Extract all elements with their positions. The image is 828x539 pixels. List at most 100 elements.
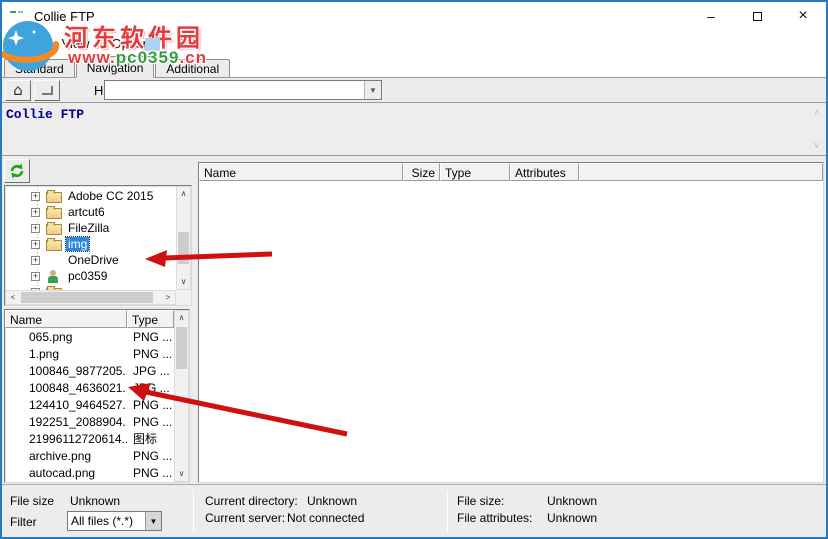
minimize-button[interactable]: – <box>688 2 734 30</box>
scroll-left-icon[interactable]: < <box>6 293 20 302</box>
tab-bar: Standard Navigation Additional <box>2 56 826 78</box>
column-header-type[interactable]: Type <box>127 310 174 328</box>
scroll-down-icon[interactable]: ∨ <box>177 275 190 289</box>
status-bar: File size Unknown Filter All files (*.*)… <box>2 484 826 537</box>
local-vscroll-thumb[interactable] <box>176 327 187 369</box>
tree-rows: + Adobe CC 2015 + artcut6 + FileZilla + img + One… <box>5 186 176 290</box>
tree-item-img[interactable]: + img <box>5 236 176 252</box>
file-row[interactable]: 065.png PNG ... <box>5 328 174 345</box>
history-combobox[interactable]: ▼ <box>104 80 382 100</box>
tree-item-onedrive[interactable]: + OneDrive <box>5 252 176 268</box>
menu-item-view[interactable]: View <box>51 32 101 55</box>
local-file-list: Name Type 065.png PNG ... 1.png PNG ... 1008… <box>4 309 190 483</box>
remote-list-body[interactable] <box>199 181 823 482</box>
file-type: JPG ... <box>133 363 170 378</box>
tree-horizontal-scrollbar[interactable]: < > <box>5 290 176 305</box>
log-area: Collie FTP ∧ ∨ <box>2 102 826 156</box>
tree-hscroll-thumb[interactable] <box>21 292 153 303</box>
column-header-name[interactable]: Name <box>199 163 403 181</box>
file-row[interactable]: 192251_2088904... PNG ... <box>5 413 174 430</box>
scroll-up-icon[interactable]: ∧ <box>177 187 190 201</box>
menu-item-help[interactable]: ? <box>167 32 196 55</box>
corner-bracket-icon <box>41 85 53 95</box>
corner-button[interactable] <box>34 79 60 101</box>
main-area: + Adobe CC 2015 + artcut6 + FileZilla + img + One… <box>2 156 826 484</box>
tree-item-adobe-cc-2015[interactable]: + Adobe CC 2015 <box>5 188 176 204</box>
scroll-down-icon[interactable]: ∨ <box>175 467 188 481</box>
file-attributes-value: Unknown <box>547 511 598 525</box>
expand-plus-icon[interactable]: + <box>31 223 40 233</box>
column-header-attributes[interactable]: Attributes <box>510 163 579 181</box>
file-row[interactable]: autocad.png PNG ... <box>5 464 174 481</box>
column-header-type[interactable]: Type <box>440 163 510 181</box>
window-controls: – × <box>688 2 826 30</box>
maximize-button[interactable] <box>734 2 780 30</box>
current-server-value: Not connected <box>287 511 365 525</box>
current-server-label: Current server: <box>205 511 286 525</box>
status-divider <box>447 490 448 533</box>
file-type: PNG ... <box>133 397 173 412</box>
tree-item-label: FileZilla <box>68 221 110 235</box>
file-name: archive.png <box>29 448 92 463</box>
tree-vertical-scrollbar[interactable]: ∧ ∨ <box>176 186 191 290</box>
file-type: PNG ... <box>133 448 173 463</box>
history-dropdown-button[interactable]: ▼ <box>364 81 381 99</box>
file-type: PNG ... <box>133 465 173 480</box>
column-header-name[interactable]: Name <box>5 310 127 328</box>
home-button[interactable]: ⌂ <box>5 79 31 101</box>
log-scroll-up-icon[interactable]: ∧ <box>813 107 820 118</box>
minimize-icon: – <box>707 8 715 24</box>
scroll-right-icon[interactable]: > <box>161 293 175 302</box>
expand-plus-icon[interactable]: + <box>31 191 40 201</box>
expand-plus-icon[interactable]: + <box>31 255 40 265</box>
local-list-vertical-scrollbar[interactable]: ∧ ∨ <box>174 310 189 482</box>
column-header-size[interactable]: Size <box>403 163 440 181</box>
file-row[interactable]: 124410_9464527... PNG ... <box>5 396 174 413</box>
remote-file-size-label: File size: <box>457 494 505 508</box>
tree-item-label: Adobe CC 2015 <box>68 189 154 203</box>
file-row[interactable]: 100846_9877205... JPG ... <box>5 362 174 379</box>
tree-item-label: artcut6 <box>68 205 105 219</box>
expand-plus-icon[interactable]: + <box>31 207 40 217</box>
tree-item-filezilla[interactable]: + FileZilla <box>5 220 176 236</box>
tree-item-artcut6[interactable]: + artcut6 <box>5 204 176 220</box>
scrollbar-corner <box>176 290 191 305</box>
tree-vscroll-thumb[interactable] <box>178 232 189 264</box>
tab-navigation[interactable]: Navigation <box>75 56 155 78</box>
file-size-label: File size <box>10 494 55 508</box>
filter-label: Filter <box>10 515 37 529</box>
expand-plus-icon[interactable]: + <box>31 239 40 249</box>
file-row[interactable]: 100848_4636021... JPG ... <box>5 379 174 396</box>
chevron-down-icon: ▼ <box>149 516 158 526</box>
tree-item-pc0359[interactable]: + pc0359 <box>5 268 176 284</box>
folder-icon <box>46 205 62 219</box>
filter-dropdown-button[interactable]: ▼ <box>145 512 161 530</box>
menu-item-options[interactable]: Options <box>101 32 168 55</box>
tab-additional[interactable]: Additional <box>155 59 231 77</box>
log-text: Collie FTP <box>6 107 85 122</box>
expand-plus-icon[interactable]: + <box>31 271 40 281</box>
file-name: 192251_2088904... <box>29 414 127 429</box>
cloud-icon <box>46 254 62 267</box>
folder-icon <box>46 221 62 235</box>
file-type: PNG ... <box>133 414 173 429</box>
tab-standard[interactable]: Standard <box>4 59 75 77</box>
refresh-icon <box>10 163 24 179</box>
file-row[interactable]: 21996112720614... 图标 <box>5 430 174 447</box>
file-row[interactable]: archive.png PNG ... <box>5 447 174 464</box>
toolbar: ⌂ History ▼ <box>2 78 826 102</box>
folder-icon <box>46 189 62 203</box>
maximize-icon <box>752 11 762 21</box>
file-name: 065.png <box>29 329 73 344</box>
close-button[interactable]: × <box>780 2 826 30</box>
scroll-up-icon[interactable]: ∧ <box>175 311 188 325</box>
filter-combobox[interactable]: All files (*.*) ▼ <box>67 511 162 531</box>
menu-item-ftp[interactable]: FTP <box>4 32 51 55</box>
file-size-value: Unknown <box>70 494 121 508</box>
file-row[interactable]: 1.png PNG ... <box>5 345 174 362</box>
refresh-button[interactable] <box>4 159 30 183</box>
user-icon <box>46 269 62 283</box>
collie-ftp-window: Collie FTP – × FTP View Options? Standard N… <box>0 0 828 539</box>
tree-item-label: img <box>64 236 91 252</box>
log-scroll-down-icon[interactable]: ∨ <box>813 140 820 151</box>
